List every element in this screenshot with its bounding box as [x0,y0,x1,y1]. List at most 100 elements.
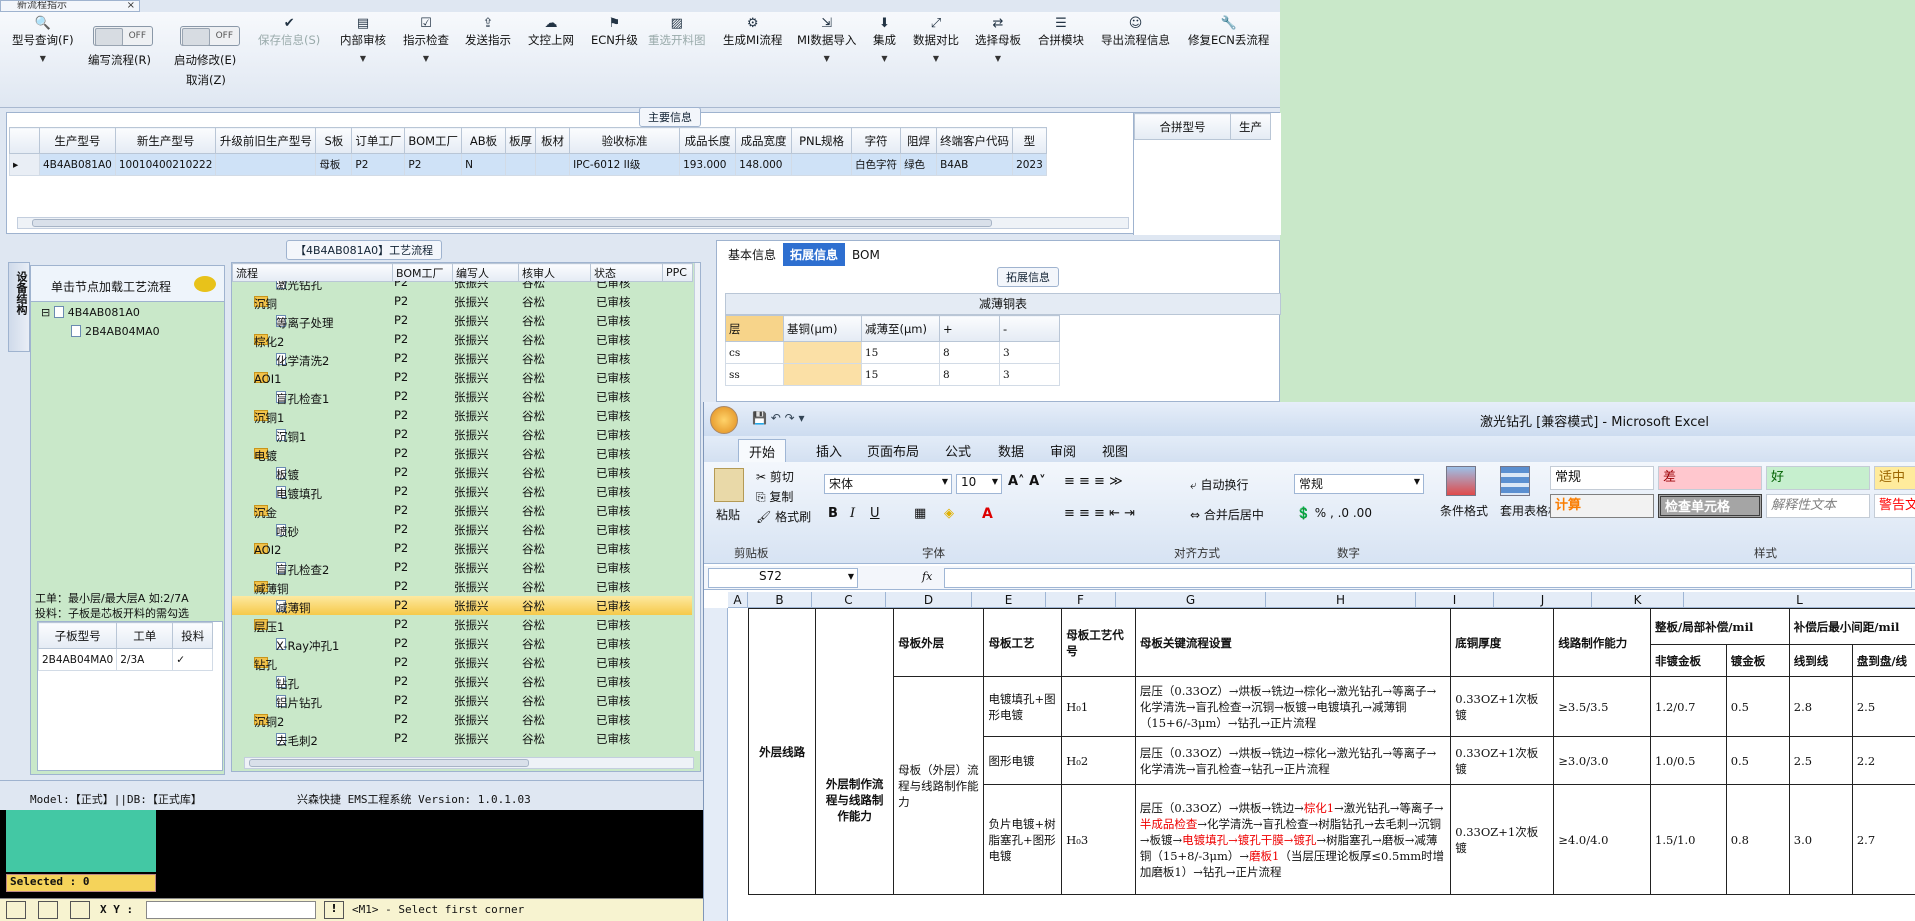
mi-import-button[interactable]: ⇲ MI数据导入 ▼ [797,16,856,63]
export-flow-button[interactable]: ☺ 导出流程信息 [1101,16,1170,48]
column-header[interactable]: F [1046,592,1116,608]
font-color-icon[interactable]: A [982,506,993,522]
tree-node-root[interactable]: ⊟ 4B4AB081A0 [41,306,140,319]
process-row[interactable]: 钻孔 P2 张振兴 谷松 已审核 [232,653,692,672]
process-row[interactable]: 盲孔检查2 P2 张振兴 谷松 已审核 [232,558,692,577]
process-row[interactable]: 盲孔检查1 P2 张振兴 谷松 已审核 [232,387,692,406]
cell-cap[interactable]: ≥4.0/4.0 [1553,784,1652,895]
thin-table-cell[interactable]: cs [725,341,784,364]
hdr-base-cu[interactable]: 底铜厚度 [1450,608,1555,677]
cell-code[interactable]: H₀3 [1061,784,1136,895]
hdr-mother-code[interactable]: 母板工艺代号 [1061,608,1136,677]
italic-button[interactable]: I [850,506,855,521]
document-tab[interactable]: 新流程指示 × [0,0,140,12]
tab-bom[interactable]: BOM [845,245,887,265]
column-header[interactable]: E [972,592,1046,608]
column-header[interactable]: I [1416,592,1494,608]
main-info-cell[interactable]: 148.000 [735,153,793,176]
cell-proc[interactable]: 负片电镀+树脂塞孔+图形电镀 [983,784,1063,895]
thin-table-cell[interactable]: 15 [861,363,940,386]
style-good[interactable]: 好 [1766,466,1870,490]
column-header[interactable]: C [812,592,886,608]
main-info-cell[interactable] [535,153,571,176]
process-row[interactable]: 减薄铜 P2 张振兴 谷松 已审核 [232,577,692,596]
side-tab[interactable]: 设备结构 [8,262,30,352]
cell-cu[interactable]: 0.33OZ+1次板镀 [1450,784,1555,895]
process-row[interactable]: 等离子处理 P2 张振兴 谷松 已审核 [232,311,692,330]
style-bad[interactable]: 差 [1658,466,1762,490]
style-check[interactable]: 检查单元格 [1658,494,1762,518]
sub-table-cell[interactable]: 2/3A [116,648,174,671]
font-name-select[interactable]: 宋体 ▼ [824,474,952,494]
cell-gold[interactable]: 0.5 [1725,676,1790,737]
conditional-format-icon[interactable] [1446,466,1476,496]
tab-home[interactable]: 开始 [738,439,787,463]
grid-icon[interactable] [70,901,90,919]
column-header[interactable]: B [748,592,812,608]
start-modify-toggle[interactable]: OFF [180,26,240,46]
number-format-select[interactable]: 常规 ▼ [1294,474,1424,494]
cell-code[interactable]: H₀2 [1061,736,1136,785]
thin-table-cell[interactable] [783,363,862,386]
cell-flow[interactable]: 层压（0.33OZ）→烘板→铣边→棕化→激光钻孔→等离子→化学清洗→盲孔检查→沉… [1134,676,1452,737]
bold-button[interactable]: B [828,506,838,521]
cell-pad[interactable]: 2.2 [1851,736,1915,785]
data-compare-button[interactable]: ⤢ 数据对比 ▼ [913,16,959,63]
thin-table-cell[interactable]: 15 [861,341,940,364]
tab-page-layout[interactable]: 页面布局 [867,441,919,460]
scroll-thumb[interactable] [32,219,992,227]
cell-line[interactable]: 2.8 [1788,676,1853,737]
paste-icon[interactable] [714,468,744,502]
merge-center-button[interactable]: ⇔ 合并后居中 [1190,506,1264,523]
column-header[interactable]: G [1116,592,1266,608]
main-info-cell[interactable]: 母板 [315,153,353,176]
main-info-cell[interactable] [791,153,853,176]
cell-line[interactable]: 2.5 [1788,736,1853,785]
cell-c-label[interactable]: 外层制作流程与线路制作能力 [815,608,895,895]
thin-table-cell[interactable]: 3 [999,363,1060,386]
process-row[interactable]: 电镀 P2 张振兴 谷松 已审核 [232,444,692,463]
tab-review[interactable]: 审阅 [1050,441,1076,460]
process-row[interactable]: 化学清洗2 P2 张振兴 谷松 已审核 [232,349,692,368]
process-row[interactable]: 沉铜2 P2 张振兴 谷松 已审核 [232,710,692,729]
zoom-window-icon[interactable] [38,901,58,919]
main-info-cell[interactable] [215,153,317,176]
process-row[interactable]: AOI2 P2 张振兴 谷松 已审核 [232,539,692,558]
instruction-check-button[interactable]: ☑ 指示检查 ▼ [403,16,449,63]
type-query-button[interactable]: 🔍 型号查询(F) ▼ [12,16,74,63]
select-mother-button[interactable]: ⇄ 选择母板 ▼ [975,16,1021,63]
column-header[interactable]: L [1684,592,1915,608]
fx-button[interactable]: fx [922,570,932,583]
style-calc[interactable]: 计算 [1550,494,1654,518]
row-indicator[interactable]: ▸ [9,153,40,176]
process-row[interactable]: 喷砂 P2 张振兴 谷松 已审核 [232,520,692,539]
main-info-cell[interactable]: 4B4AB081A0 [39,153,116,176]
sub-table-cell[interactable]: 2B4AB04MA0 [37,648,118,671]
main-info-scrollbar[interactable] [17,217,1129,229]
process-row[interactable]: 沉铜1 P2 张振兴 谷松 已审核 [232,406,692,425]
border-icon[interactable]: ▦ [914,506,926,521]
thin-table-cell[interactable] [783,341,862,364]
tab-insert[interactable]: 插入 [816,441,842,460]
main-info-cell[interactable] [505,153,537,176]
thin-table-cell[interactable]: ss [725,363,784,386]
process-row[interactable]: 去毛刺2 P2 张振兴 谷松 已审核 [232,729,692,748]
cell-flow[interactable]: 层压（0.33OZ）→烘板→铣边→棕化→激光钻孔→等离子→化学清洗→盲孔检查→钻… [1134,736,1452,785]
main-info-cell[interactable]: 白色字符 [851,153,902,176]
process-row[interactable]: 沉铜1 P2 张振兴 谷松 已审核 [232,425,692,444]
save-info-button[interactable]: ✔ 保存信息(S) [258,16,320,48]
cancel-button[interactable]: 取消(Z) [186,72,226,88]
write-flow-toggle[interactable]: OFF [93,26,153,46]
style-neutral[interactable]: 适中 [1874,466,1915,490]
cell-non-gold[interactable]: 1.0/0.5 [1650,736,1727,785]
office-button[interactable] [710,406,738,434]
process-row[interactable]: 电镀填孔 P2 张振兴 谷松 已审核 [232,482,692,501]
process-row[interactable]: 铝片钻孔 P2 张振兴 谷松 已审核 [232,691,692,710]
tab-ext-info[interactable]: 拓展信息 [783,243,846,266]
formula-input[interactable] [944,568,1912,588]
font-size-select[interactable]: 10 ▼ [956,474,1002,494]
zoom-icon[interactable] [6,901,26,919]
tab-basic-info[interactable]: 基本信息 [721,243,783,266]
process-row[interactable]: 沉铜 P2 张振兴 谷松 已审核 [232,292,692,311]
main-info-cell[interactable]: P2 [351,153,406,176]
